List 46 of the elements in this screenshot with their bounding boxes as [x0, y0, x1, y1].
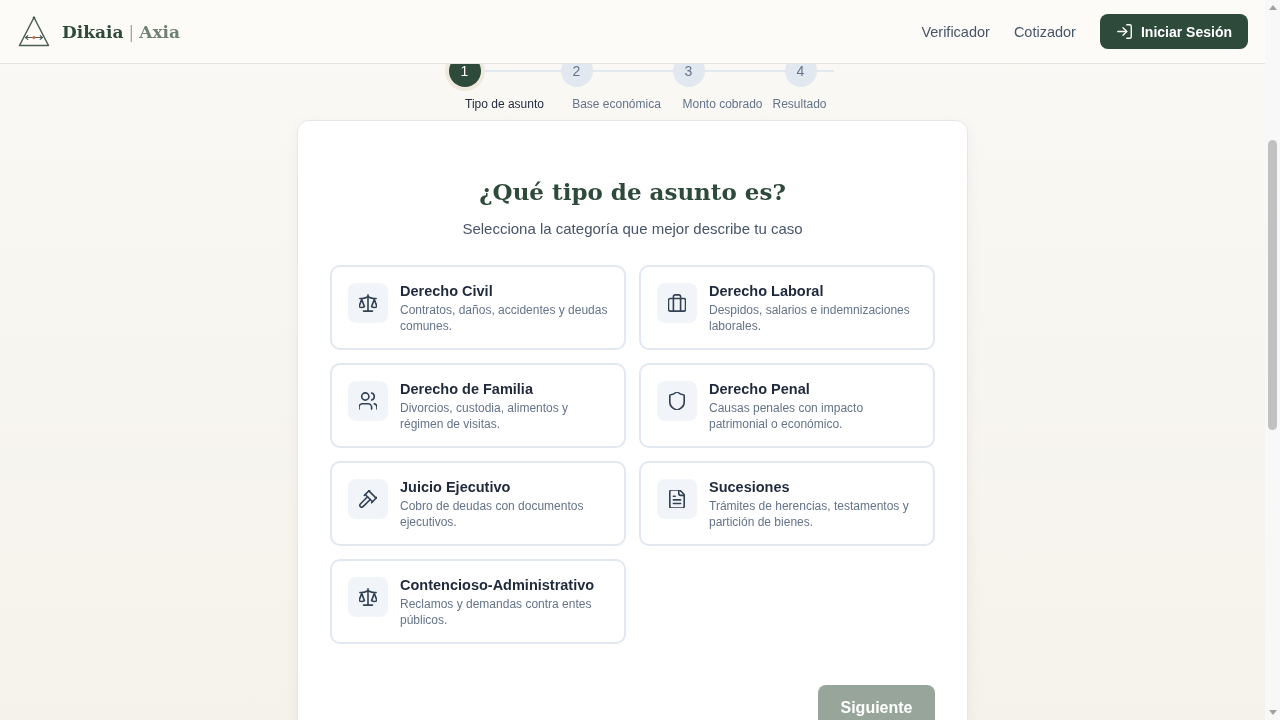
option-title: Sucesiones	[709, 478, 791, 497]
step-label: Tipo de asunto	[465, 96, 544, 112]
brand-separator: |	[128, 21, 135, 42]
triangle-logo-icon[interactable]	[18, 16, 50, 47]
scroll-up-arrow-icon[interactable]	[1268, 5, 1277, 10]
option-title: Derecho de Familia	[400, 380, 534, 399]
option-title: Derecho Laboral	[709, 282, 825, 301]
category-option[interactable]: Sucesiones Trámites de herencias, testamentos y partición de bienes.	[639, 461, 935, 546]
question-title: ¿Qué tipo de asunto es?	[478, 177, 787, 207]
option-description: Causas penales con impacto patrimonial o económico.	[709, 400, 865, 432]
category-option[interactable]: Juicio Ejecutivo Cobro de deudas con documentos ejecutivos.	[330, 461, 626, 546]
option-title: Juicio Ejecutivo	[400, 478, 512, 497]
question-subtitle: Selecciona la categoría que mejor describe tu caso	[461, 219, 804, 239]
nav-link[interactable]: Cotizador	[1013, 23, 1076, 40]
option-description: Reclamos y demandas contra entes públicos.	[400, 596, 593, 628]
login-button[interactable]: Iniciar Sesión	[1099, 14, 1248, 49]
option-description: Contratos, daños, accidentes y deudas comunes.	[400, 302, 609, 334]
product-name: Axia	[139, 21, 180, 42]
category-option[interactable]: Derecho Penal Causas penales con impacto patrimonial o económico.	[639, 363, 935, 448]
option-description: Trámites de herencias, testamentos y partición de bienes.	[709, 498, 910, 530]
scrollbar-track[interactable]	[1265, 0, 1280, 720]
nav-link[interactable]: Verificador	[921, 23, 990, 40]
step-label: Resultado	[772, 96, 827, 112]
option-title: Contencioso-Administrativo	[400, 576, 596, 595]
scales-icon	[348, 577, 388, 617]
option-description: Despidos, salarios e indemnizaciones laborales.	[709, 302, 911, 334]
scrollbar-thumb[interactable]	[1268, 140, 1277, 430]
gavel-icon	[348, 479, 388, 519]
people-icon	[348, 381, 388, 421]
category-option[interactable]: Derecho Laboral Despidos, salarios e indemnizaciones laborales.	[639, 265, 935, 350]
option-title: Derecho Penal	[709, 380, 811, 399]
login-icon	[1116, 24, 1132, 39]
option-title: Derecho Civil	[400, 282, 494, 301]
option-description: Cobro de deudas con documentos ejecutivos.	[400, 498, 585, 530]
step-label: Monto cobrado	[682, 96, 763, 112]
briefcase-icon	[657, 283, 697, 323]
option-description: Divorcios, custodia, alimentos y régimen de visitas.	[400, 400, 570, 432]
document-icon	[657, 479, 697, 519]
step-label: Base económica	[572, 96, 661, 112]
brand-name: Dikaia	[62, 21, 124, 42]
scroll-down-arrow-icon[interactable]	[1268, 710, 1277, 715]
category-option[interactable]: Contencioso-Administrativo Reclamos y demandas contra entes públicos.	[330, 559, 626, 644]
shield-icon	[657, 381, 697, 421]
category-option[interactable]: Derecho de Familia Divorcios, custodia, alimentos y régimen de visitas.	[330, 363, 626, 448]
category-option[interactable]: Derecho Civil Contratos, daños, accidentes y deudas comunes.	[330, 265, 626, 350]
scales-icon	[348, 283, 388, 323]
